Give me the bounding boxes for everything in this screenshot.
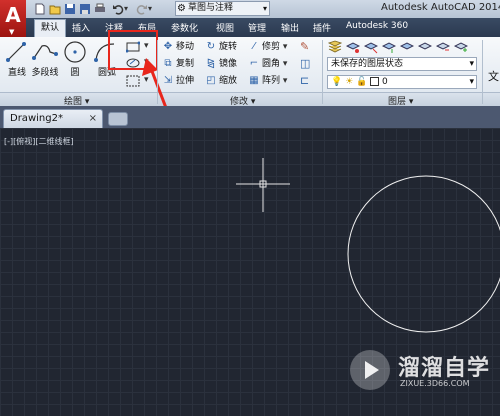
trim-button[interactable]: ⁄ 修剪 ▾ xyxy=(248,40,287,53)
rotate-icon: ↻ xyxy=(206,41,216,52)
tab-insert[interactable]: 插入 xyxy=(72,21,90,34)
polyline-icon xyxy=(32,45,58,60)
crosshair-cursor xyxy=(236,158,290,212)
copy-icon: ⧉ xyxy=(164,58,172,69)
panel-separator xyxy=(322,40,323,104)
tab-manage[interactable]: 管理 xyxy=(248,21,266,34)
copy-label: 复制 xyxy=(176,59,195,69)
layer-icon[interactable] xyxy=(346,40,360,54)
layer-icon[interactable] xyxy=(382,40,396,54)
autocad-logo-icon: A xyxy=(5,3,21,27)
move-button[interactable]: ✥ 移动 xyxy=(162,40,194,53)
document-tab-label: Drawing2* xyxy=(10,113,63,124)
fillet-button[interactable]: ⌐ 圆角 ▾ xyxy=(248,57,288,70)
gear-icon: ⚙ xyxy=(177,3,186,14)
workspace-select[interactable]: ⚙ 草图与注释 ▾ xyxy=(175,1,270,16)
ribbon-tab-bar: 默认 插入 注释 布局 参数化 视图 管理 输出 插件 Autodesk 360 xyxy=(26,18,500,37)
polyline-button[interactable]: 多段线 xyxy=(28,40,62,78)
offset-icon[interactable]: ⊏ xyxy=(300,74,309,87)
layer-state-value: 未保存的图层状态 xyxy=(331,59,404,69)
layer-properties-icon[interactable] xyxy=(328,40,342,54)
copy-button[interactable]: ⧉ 复制 xyxy=(162,57,194,70)
document-tab-bar: Drawing2* × xyxy=(0,106,500,128)
array-button[interactable]: ▦ 阵列 ▾ xyxy=(248,74,287,87)
open-folder-icon[interactable] xyxy=(49,3,61,15)
gradient-icon[interactable] xyxy=(126,74,140,88)
stretch-button[interactable]: ⇲ 拉伸 xyxy=(162,74,194,87)
current-layer-value: 0 xyxy=(382,77,388,87)
document-tab[interactable]: Drawing2* × xyxy=(3,109,103,128)
mirror-label: 镜像 xyxy=(219,59,238,69)
title-bar: ▾ ▾ ⚙ 草图与注释 ▾ Autodesk AutoCAD 2014 xyxy=(0,0,500,19)
new-file-icon[interactable] xyxy=(34,3,46,15)
stretch-icon: ⇲ xyxy=(163,75,173,86)
lock-icon: 🔓 xyxy=(356,77,368,87)
circle-label: 圆 xyxy=(70,68,80,78)
new-tab-button[interactable] xyxy=(108,112,128,126)
rotate-label: 旋转 xyxy=(219,42,238,52)
layer-icon[interactable] xyxy=(364,40,378,54)
layer-color-swatch xyxy=(370,77,380,86)
application-menu-button[interactable]: A ▼ xyxy=(0,0,26,37)
circle-icon xyxy=(64,41,86,63)
tab-view[interactable]: 视图 xyxy=(216,21,234,34)
redo-icon[interactable] xyxy=(136,3,148,15)
tab-home[interactable]: 默认 xyxy=(34,19,67,37)
workspace-name: 草图与注释 xyxy=(188,3,234,13)
annotation-label-partial: 文 xyxy=(488,70,499,83)
layer-state-select[interactable]: 未保存的图层状态 ▾ xyxy=(327,57,477,71)
save-icon[interactable] xyxy=(64,3,76,15)
stretch-label: 拉伸 xyxy=(176,76,195,86)
array-icon: ▦ xyxy=(249,75,259,86)
chevron-down-icon: ▼ xyxy=(9,28,15,36)
rotate-button[interactable]: ↻ 旋转 xyxy=(205,40,237,53)
mirror-icon: ⧎ xyxy=(206,58,216,69)
scale-icon: ◰ xyxy=(206,75,216,86)
app-title: Autodesk AutoCAD 2014 xyxy=(381,2,500,13)
chevron-down-icon: ▾ xyxy=(469,77,474,87)
close-icon[interactable]: × xyxy=(89,110,97,127)
layer-icon[interactable] xyxy=(454,40,468,54)
scale-button[interactable]: ◰ 缩放 xyxy=(205,74,237,87)
layer-icon[interactable] xyxy=(400,40,414,54)
layer-icon[interactable] xyxy=(418,40,432,54)
panel-separator xyxy=(482,40,483,104)
fillet-label: 圆角 xyxy=(262,59,281,69)
watermark: 溜溜自学 ZIXUE.3D66.COM xyxy=(348,344,500,404)
move-icon: ✥ xyxy=(163,41,173,52)
polyline-label: 多段线 xyxy=(31,68,59,78)
redo-dropdown-icon[interactable]: ▾ xyxy=(148,3,160,15)
lightbulb-icon: 💡 xyxy=(331,77,343,87)
layer-icon[interactable] xyxy=(436,40,450,54)
trim-label: 修剪 xyxy=(262,42,281,52)
move-label: 移动 xyxy=(176,42,195,52)
watermark-title: 溜溜自学 xyxy=(398,356,491,381)
current-layer-select[interactable]: 💡 ☀ 🔓 0 ▾ xyxy=(327,75,477,89)
panel-separator xyxy=(157,40,158,104)
sun-icon: ☀ xyxy=(345,77,354,87)
chevron-down-icon: ▾ xyxy=(262,4,267,13)
trim-icon: ⁄ xyxy=(253,41,255,52)
explode-icon[interactable]: ◫ xyxy=(300,57,310,70)
undo-icon[interactable] xyxy=(112,3,124,15)
tab-parametric[interactable]: 参数化 xyxy=(171,21,198,34)
scale-label: 缩放 xyxy=(219,76,238,86)
save-as-icon[interactable] xyxy=(79,3,91,15)
tab-autodesk-360[interactable]: Autodesk 360 xyxy=(346,21,408,31)
tab-output[interactable]: 输出 xyxy=(281,21,299,34)
undo-dropdown-icon[interactable]: ▾ xyxy=(124,3,136,15)
watermark-url: ZIXUE.3D66.COM xyxy=(400,379,470,388)
array-label: 阵列 xyxy=(262,76,281,86)
drawn-circle xyxy=(347,175,500,333)
erase-icon[interactable]: ✎ xyxy=(300,40,309,53)
print-icon[interactable] xyxy=(94,3,106,15)
tab-plugins[interactable]: 插件 xyxy=(313,21,331,34)
chevron-down-icon: ▾ xyxy=(469,59,474,69)
circle-button[interactable]: 圆 xyxy=(58,40,92,78)
fillet-icon: ⌐ xyxy=(249,58,259,69)
watermark-logo-icon xyxy=(350,350,390,390)
mirror-button[interactable]: ⧎ 镜像 xyxy=(205,57,237,70)
